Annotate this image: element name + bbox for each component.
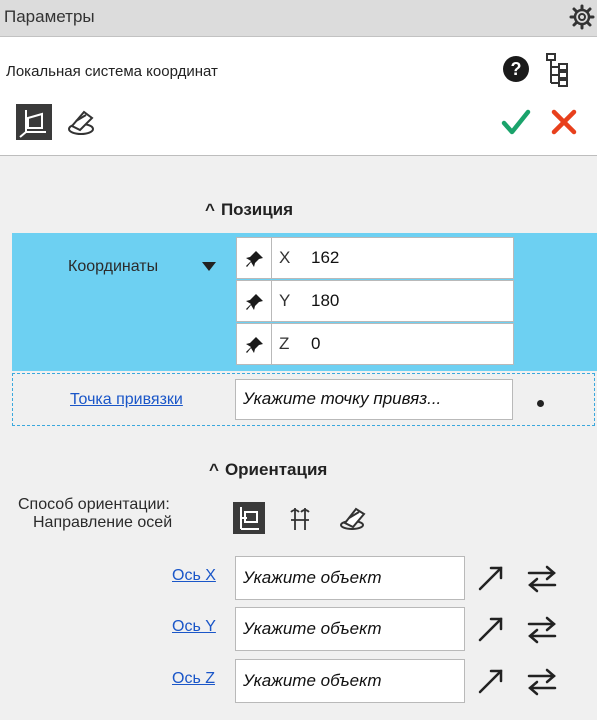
cancel-icon[interactable] xyxy=(548,106,580,138)
help-icon[interactable]: ? xyxy=(502,55,530,83)
axis-x-link[interactable]: Ось X xyxy=(172,567,216,585)
axis-label-x: X xyxy=(279,248,291,267)
euler-angles-button[interactable] xyxy=(285,502,317,534)
axis-y-row: Ось Y Укажите объект xyxy=(0,607,597,653)
axis-label-y: Y xyxy=(279,291,291,310)
cut-plane-button[interactable] xyxy=(64,104,100,140)
orientation-header-label: Ориентация xyxy=(224,460,328,479)
coordinate-y-field[interactable]: Y 180 xyxy=(236,280,514,322)
divider xyxy=(271,238,272,278)
axis-label-z: Z xyxy=(279,334,290,353)
axis-direction-icon xyxy=(240,507,259,530)
rotation-icon xyxy=(340,507,366,530)
chevron-down-icon[interactable] xyxy=(202,262,216,272)
anchor-point-link[interactable]: Точка привязки xyxy=(70,391,183,409)
coordinate-x-value[interactable]: 162 xyxy=(311,248,339,268)
divider xyxy=(271,324,272,364)
axis-y-link[interactable]: Ось Y xyxy=(172,618,216,636)
coordinate-z-value[interactable]: 0 xyxy=(311,334,320,354)
panel-title: Параметры xyxy=(4,7,95,26)
orientation-method-value: Направление осей xyxy=(33,514,173,531)
pin-icon[interactable] xyxy=(245,249,265,269)
orientation-method-label: Способ ориентации: xyxy=(18,496,170,513)
coordinate-z-field[interactable]: Z 0 xyxy=(236,323,514,365)
panel-subtitle: Локальная система координат xyxy=(6,63,218,80)
rotation-button[interactable] xyxy=(337,502,369,534)
svg-text:?: ? xyxy=(511,59,522,79)
swap-icon[interactable] xyxy=(526,565,558,593)
arrow-icon[interactable] xyxy=(476,614,506,644)
cut-plane-icon xyxy=(68,110,94,135)
arrow-icon[interactable] xyxy=(476,563,506,593)
position-header-label: Позиция xyxy=(220,200,294,219)
point-icon xyxy=(537,400,544,407)
orientation-section-header[interactable]: ^ Ориентация xyxy=(209,460,327,480)
axis-x-row: Ось X Укажите объект xyxy=(0,556,597,602)
pin-icon[interactable] xyxy=(245,335,265,355)
coordinate-x-field[interactable]: X 162 xyxy=(236,237,514,279)
axis-y-placeholder: Укажите объект xyxy=(243,619,382,638)
position-section-header[interactable]: ^ Позиция xyxy=(205,200,293,220)
axis-y-input[interactable]: Укажите объект xyxy=(235,607,465,651)
axis-z-placeholder: Укажите объект xyxy=(243,671,382,690)
anchor-point-placeholder: Укажите точку привяз... xyxy=(243,389,442,408)
axis-z-link[interactable]: Ось Z xyxy=(172,670,215,688)
lcs-mode-button[interactable] xyxy=(16,104,52,140)
title-bar: Параметры xyxy=(0,0,597,37)
axis-direction-button[interactable] xyxy=(233,502,265,534)
axis-z-input[interactable]: Укажите объект xyxy=(235,659,465,703)
euler-angles-icon xyxy=(290,508,310,530)
divider xyxy=(271,281,272,321)
swap-icon[interactable] xyxy=(526,616,558,644)
lcs-icon xyxy=(19,110,46,138)
axis-z-row: Ось Z Укажите объект xyxy=(0,659,597,705)
chevron-up-icon: ^ xyxy=(209,460,219,479)
axis-x-input[interactable]: Укажите объект xyxy=(235,556,465,600)
pin-icon[interactable] xyxy=(245,292,265,312)
axis-x-placeholder: Укажите объект xyxy=(243,568,382,587)
arrow-icon[interactable] xyxy=(476,666,506,696)
anchor-point-input[interactable]: Укажите точку привяз... xyxy=(235,379,513,420)
coordinate-y-value[interactable]: 180 xyxy=(311,291,339,311)
ok-icon[interactable] xyxy=(500,106,532,138)
chevron-up-icon: ^ xyxy=(205,200,215,219)
gear-icon[interactable] xyxy=(569,4,595,30)
coordinates-label: Координаты xyxy=(68,258,159,275)
swap-icon[interactable] xyxy=(526,668,558,696)
tree-icon[interactable] xyxy=(544,52,572,88)
